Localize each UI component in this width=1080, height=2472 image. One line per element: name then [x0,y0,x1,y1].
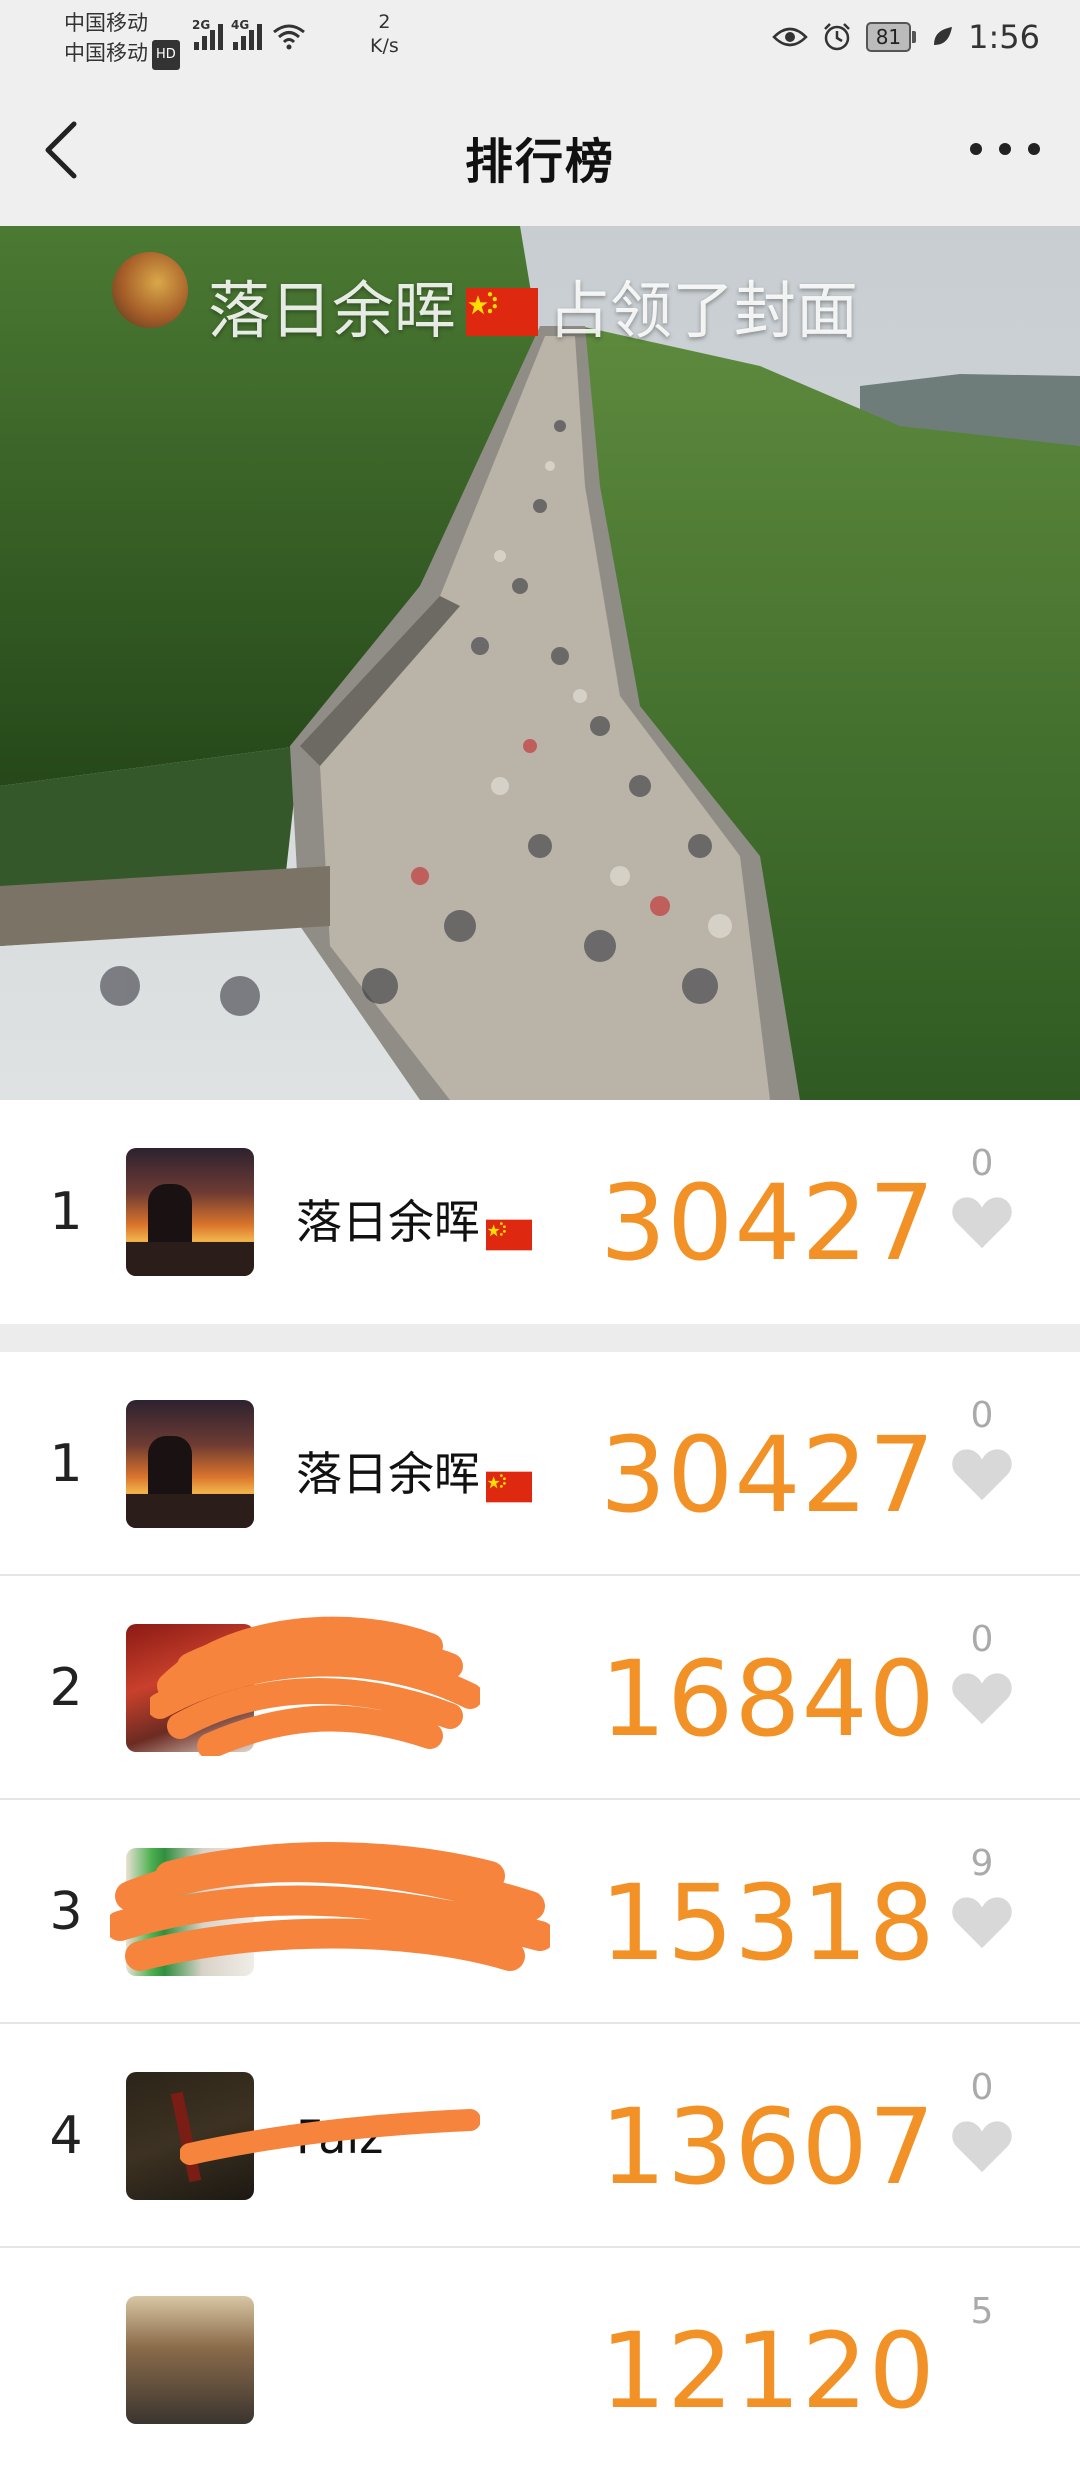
step-score: 15318 [600,1862,936,1984]
heart-icon [952,1897,1012,1949]
china-flag-icon [486,1461,532,1502]
rank-number: 1 [49,1434,83,1494]
heart-icon [952,2121,1012,2173]
user-name: Faiz [296,2110,384,2164]
cover-user-avatar [112,252,188,328]
more-dot-icon [999,143,1011,155]
user-name: 落日余晖 [296,1438,532,1504]
rank-number: 3 [49,1882,83,1942]
page-title: 排行榜 [464,134,615,190]
carrier-info: 中国移动 中国移动 HD [64,8,180,70]
network-speed: 2 K/s [370,10,399,58]
china-flag-icon [486,1209,532,1250]
like-button[interactable]: 5 [946,2288,1018,2336]
heart-icon [952,1673,1012,1725]
cover-user-name: 落日余晖 [208,274,457,347]
status-bar: 中国移动 中国移动 HD 2G 4G 2 K/s 81 1:56 [0,0,1080,74]
ranking-row[interactable]: 12120 5 [0,2248,1080,2472]
cover-caption: 落日余晖 占领了封面 [208,260,858,351]
hd-badge: HD [152,40,180,70]
clock: 1:56 [968,18,1040,56]
like-count: 0 [970,1395,994,1436]
avatar [126,1148,254,1276]
signal-icon-2: 4G [231,18,262,50]
more-dot-icon [970,143,982,155]
avatar [126,1624,254,1752]
user-name-text: 落日余晖 [296,1195,480,1249]
like-button[interactable]: 9 [946,1840,1018,1954]
more-dot-icon [1028,143,1040,155]
leaf-icon [934,27,953,45]
rank-number: 1 [49,1182,83,1242]
carrier-2: 中国移动 [64,41,148,65]
like-count: 0 [970,1143,994,1184]
ranking-row[interactable]: 4 Faiz 13607 0 [0,2024,1080,2248]
like-button[interactable]: 0 [946,1616,1018,1730]
cover-image[interactable]: 落日余晖 占领了封面 [0,226,1080,1100]
network-type-2: 4G [231,18,250,32]
avatar [126,1400,254,1528]
network-speed-unit: K/s [370,35,399,57]
rank-number: 4 [49,2106,83,2166]
rank-number: 2 [49,1658,83,1718]
wifi-icon [273,24,305,50]
like-button[interactable]: 0 [946,1392,1018,1506]
more-options-button[interactable] [970,134,1040,164]
signal-indicators: 2G 4G [192,16,306,50]
battery-icon: 81 [865,22,917,52]
my-rank-row[interactable]: 1 落日余晖 30427 0 [0,1100,1080,1324]
avatar [126,2072,254,2200]
network-speed-value: 2 [378,11,391,33]
signal-icon-1: 2G [192,18,223,50]
step-score: 13607 [600,2086,936,2208]
section-separator [0,1324,1080,1352]
cover-suffix: 占领了封面 [548,274,859,347]
great-wall-photo [0,226,1080,1100]
like-button[interactable]: 0 [946,2064,1018,2178]
avatar [126,2296,254,2424]
like-count: 0 [970,2067,994,2108]
like-count: 9 [970,1843,994,1884]
navigation-bar: 排行榜 [0,74,1080,226]
eye-icon [771,27,808,47]
alarm-icon [823,23,850,51]
like-count: 5 [970,2291,994,2332]
heart-icon [952,1449,1012,1501]
step-score: 12120 [600,2310,936,2432]
step-score: 30427 [600,1162,936,1284]
step-score: 30427 [600,1414,936,1536]
china-flag-icon [466,278,539,351]
ranking-row[interactable]: 2 16840 0 [0,1576,1080,1800]
heart-icon [952,1197,1012,1249]
ranking-row[interactable]: 1 落日余晖 30427 0 [0,1352,1080,1576]
user-name-text: 落日余晖 [296,1447,480,1501]
like-button[interactable]: 0 [946,1140,1018,1254]
avatar [126,1848,254,1976]
user-name: 落日余晖 [296,1186,532,1252]
ranking-row[interactable]: 3 15318 9 [0,1800,1080,2024]
step-score: 16840 [600,1638,936,1760]
carrier-1: 中国移动 [64,11,148,35]
battery-level: 81 [865,22,912,52]
network-type-1: 2G [192,18,211,32]
like-count: 0 [970,1619,994,1660]
status-right: 81 1:56 [771,18,1040,56]
